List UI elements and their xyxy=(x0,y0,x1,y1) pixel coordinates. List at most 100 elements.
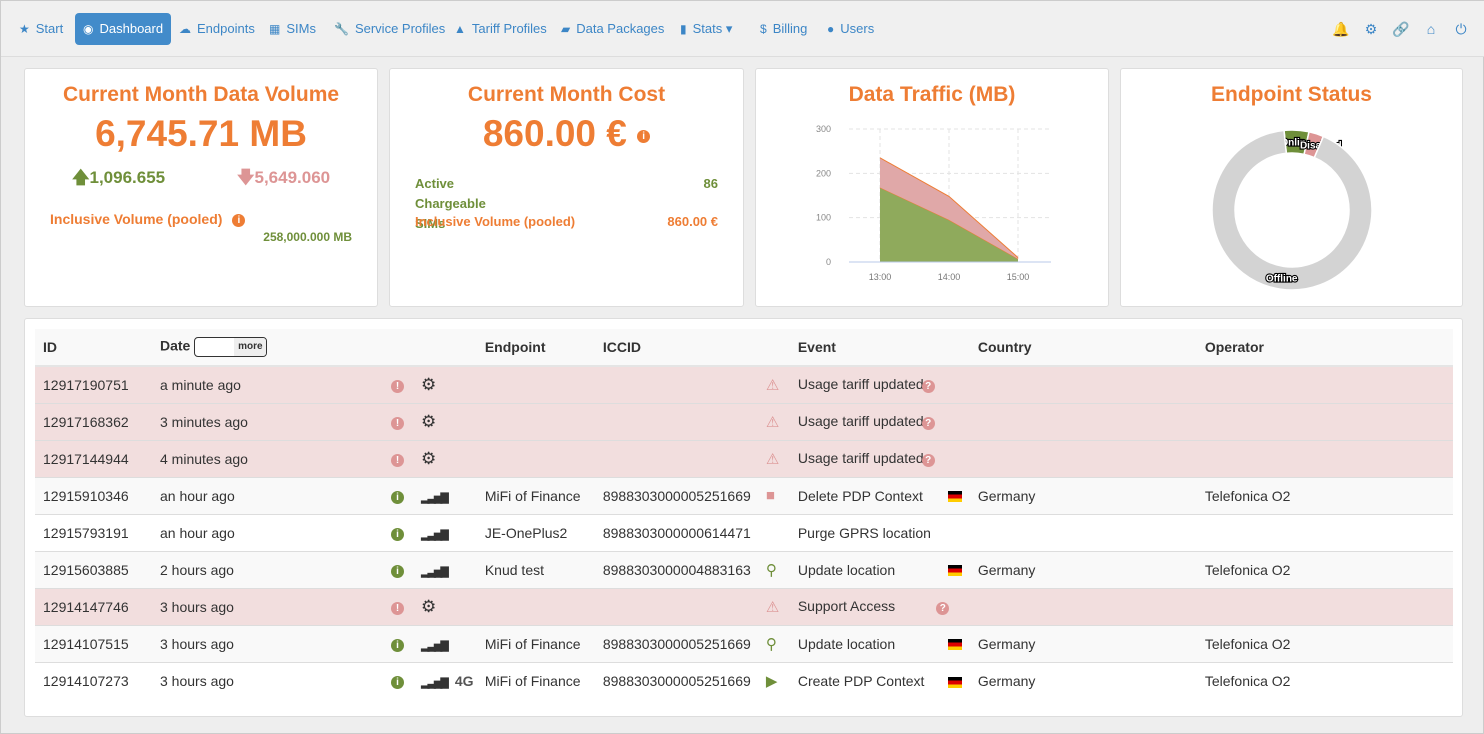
col-event[interactable]: Event xyxy=(789,329,940,367)
operator xyxy=(1196,439,1453,477)
nav-item-stats[interactable]: ▮ Stats ▾ xyxy=(672,13,740,45)
table-row[interactable]: 12917190751 a minute ago! ⚙ ⚠ Usage tariff u… xyxy=(35,365,1453,403)
link-icon[interactable]: 🔗 xyxy=(1386,13,1416,45)
event-icon-cell: ⚠ xyxy=(757,439,790,477)
event-name: Usage tariff updated? xyxy=(789,402,940,440)
exclamation-icon[interactable]: ! xyxy=(391,454,404,467)
question-icon[interactable]: ? xyxy=(921,454,935,467)
nav-item-users[interactable]: ● Users xyxy=(819,13,882,45)
flag-cell xyxy=(939,402,970,440)
data-traffic-card: Data Traffic (MB) 0 100 200 300 13:00 14:00 15… xyxy=(755,68,1109,307)
country: Germany xyxy=(969,661,1197,699)
table-row[interactable]: 12915910346 an hour ago i ▂▃▅▇ MiFi of Finan… xyxy=(35,476,1453,514)
status-cell: i xyxy=(383,550,413,588)
event-date: 3 minutes ago xyxy=(152,402,383,440)
event-name: Update location xyxy=(789,624,940,662)
info-icon[interactable]: i xyxy=(391,491,404,504)
table-row[interactable]: 12914107273 3 hours ago i ▂▃▅▇ 4G MiFi of Fin… xyxy=(35,661,1453,699)
event-icon-cell: ■ xyxy=(757,476,790,514)
event-icon-cell: ⚲ xyxy=(757,624,790,662)
gear-icon: ⚙ xyxy=(421,448,437,468)
col-iccid[interactable]: ICCID xyxy=(594,329,758,367)
exclamation-icon[interactable]: ! xyxy=(391,380,404,394)
germany-flag-icon xyxy=(947,491,962,503)
iccid: 8988303000005251669 xyxy=(594,476,758,514)
info-icon[interactable]: i xyxy=(391,528,404,541)
event-icon-cell xyxy=(757,513,790,551)
table-row[interactable]: 12915793191 an hour ago i ▂▃▅▇ JE-OnePlus2 89… xyxy=(35,513,1453,551)
question-icon[interactable]: ? xyxy=(921,417,935,430)
operator xyxy=(1196,365,1453,403)
events-table: ID Date more Endpoint ICCID Event Country… xyxy=(35,329,1453,699)
type-cell: ▂▃▅▇ xyxy=(413,624,449,662)
type-cell: ▂▃▅▇ xyxy=(413,550,449,588)
country xyxy=(969,439,1197,477)
more-toggle[interactable]: more xyxy=(194,337,268,357)
endpoint-name: MiFi of Finance xyxy=(476,661,595,699)
endpoint-status-chart: OnlineDisabledOffline xyxy=(1211,129,1373,291)
operator xyxy=(1196,402,1453,440)
info-icon[interactable]: i xyxy=(637,129,651,143)
nav-item-endpoints[interactable]: ☁ Endpoints xyxy=(171,13,263,45)
iccid xyxy=(594,365,758,403)
event-name: Support Access? xyxy=(789,587,950,625)
status-cell: i xyxy=(383,513,413,551)
power-icon[interactable]: ⏻ xyxy=(1446,13,1476,45)
download-volume: 🡇5,649.060 xyxy=(237,168,331,187)
event-icon-cell: ⚠ xyxy=(757,365,790,403)
home-icon[interactable]: ⌂ xyxy=(1416,13,1446,45)
gear-icon[interactable]: ⚙ xyxy=(1356,13,1386,45)
col-endpoint[interactable]: Endpoint xyxy=(476,329,595,367)
iccid: 8988303000004883163 xyxy=(594,550,758,588)
road-icon: ▲ xyxy=(454,22,466,36)
col-date[interactable]: Date more xyxy=(152,329,383,367)
nav-item-billing[interactable]: $ Billing xyxy=(752,13,815,45)
question-icon[interactable]: ? xyxy=(921,380,935,394)
exclamation-icon[interactable]: ! xyxy=(391,602,404,615)
flag-cell xyxy=(939,550,970,588)
nav-item-tariff-profiles[interactable]: ▲ Tariff Profiles xyxy=(446,13,555,45)
map-marker-icon: ⚲ xyxy=(765,635,777,653)
flag-cell xyxy=(939,365,970,403)
exclamation-icon[interactable]: ! xyxy=(391,417,404,430)
events-panel: ID Date more Endpoint ICCID Event Country… xyxy=(24,318,1463,717)
x-tick-label: 15:00 xyxy=(1007,272,1030,282)
donut-slice-offline[interactable] xyxy=(1211,129,1373,291)
event-name: Create PDP Context xyxy=(789,661,940,699)
col-id[interactable]: ID xyxy=(35,329,152,367)
cost-inclusive-label: Inclusive Volume (pooled) xyxy=(415,214,576,229)
col-country[interactable]: Country xyxy=(969,329,1197,367)
warning-icon: ⚠ xyxy=(765,413,780,431)
nav-item-service-profiles[interactable]: 🔧 Service Profiles xyxy=(326,13,453,45)
table-row[interactable]: 12915603885 2 hours ago i ▂▃▅▇ Knud test 8988… xyxy=(35,550,1453,588)
info-icon[interactable]: i xyxy=(391,676,404,690)
bell-icon[interactable]: 🔔 xyxy=(1326,13,1356,45)
nav-item-dashboard[interactable]: ◉ Dashboard xyxy=(75,13,172,45)
table-row[interactable]: 12914147746 3 hours ago! ⚙ ⚠ Support Access? xyxy=(35,587,1453,625)
info-icon[interactable]: i xyxy=(391,639,404,652)
info-icon[interactable]: i xyxy=(391,565,404,578)
type-cell: ⚙ xyxy=(413,402,447,440)
top-navbar: ★ Start ◉ Dashboard ☁ Endpoints ▦ SIMs 🔧 Service … xyxy=(1,1,1484,57)
play-icon: ▶ xyxy=(765,672,778,690)
info-icon[interactable]: i xyxy=(232,213,246,227)
country: Germany xyxy=(969,624,1197,662)
bar-chart-icon: ▮ xyxy=(680,22,687,36)
nav-item-start[interactable]: ★ Start xyxy=(11,13,71,45)
chart-title: Data Traffic (MB) xyxy=(848,83,1016,106)
active-sims-value: 86 xyxy=(703,176,718,191)
col-operator[interactable]: Operator xyxy=(1196,329,1453,367)
status-cell: ! xyxy=(383,439,413,477)
grid-icon: ▦ xyxy=(269,22,281,36)
type-cell: ⚙ xyxy=(413,439,447,477)
iccid: 8988303000005251669 xyxy=(594,661,758,699)
table-row[interactable]: 12917168362 3 minutes ago! ⚙ ⚠ Usage tariff … xyxy=(35,402,1453,440)
table-row[interactable]: 12914107515 3 hours ago i ▂▃▅▇ MiFi of Finan… xyxy=(35,624,1453,662)
cost-card: Current Month Cost 860.00 € i Active Cha… xyxy=(389,68,744,307)
nav-item-data-packages[interactable]: ▰ Data Packages xyxy=(553,13,672,45)
type-cell: ⚙ xyxy=(413,365,447,403)
warning-icon: ⚠ xyxy=(765,598,780,616)
status-cell: ! xyxy=(383,402,413,440)
nav-item-sims[interactable]: ▦ SIMs xyxy=(261,13,324,45)
table-row[interactable]: 12917144944 4 minutes ago! ⚙ ⚠ Usage tariff … xyxy=(35,439,1453,477)
